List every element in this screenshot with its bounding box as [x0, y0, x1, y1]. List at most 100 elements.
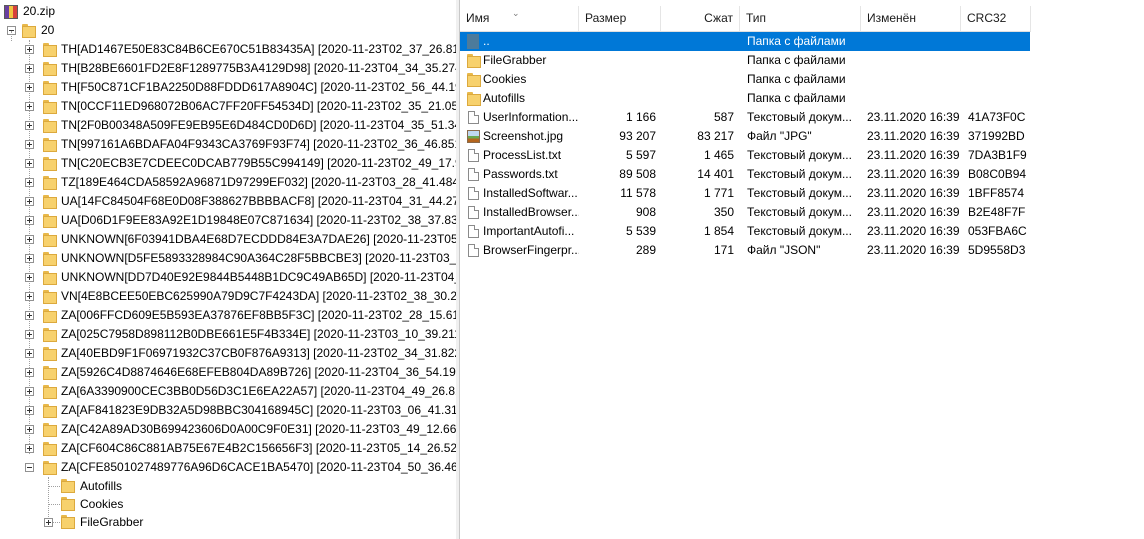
- cell-modified: 23.11.2020 16:39: [867, 186, 960, 200]
- tree-folder-item[interactable]: ZA[C42A89AD30B699423606D0A00C9F0E31] [20…: [0, 420, 456, 439]
- file-list-row[interactable]: ProcessList.txt 5 597 1 465 Текстовый докум…: [460, 146, 1030, 165]
- file-list-row[interactable]: Passwords.txt 89 508 14 401 Текстовый докум…: [460, 165, 1030, 184]
- tree-folder-label: UA[14FC84504F68E0D08F388627BBBBACF8] [20…: [61, 194, 456, 208]
- cell-size: 5 597: [625, 148, 656, 162]
- file-list-row[interactable]: BrowserFingerpr... 289 171 Файл "JSON" 23.11…: [460, 241, 1030, 260]
- folder-icon: [43, 423, 57, 437]
- tree-folder-item[interactable]: ZA[006FFCD609E5B593EA37876EF8BB5F3C] [20…: [0, 306, 456, 325]
- column-header-size[interactable]: Размер: [579, 6, 661, 31]
- expand-icon[interactable]: [25, 292, 34, 301]
- cell-crc: 7DA3B1F9: [968, 148, 1027, 162]
- file-list-row[interactable]: ImportantAutofi... 5 539 1 854 Текстовый до…: [460, 222, 1030, 241]
- expand-icon[interactable]: [25, 102, 34, 111]
- tree-folder-item[interactable]: TH[B28BE6601FD2E8F1289775B3A4129D98] [20…: [0, 59, 456, 78]
- expand-icon[interactable]: [25, 64, 34, 73]
- tree-folder-item[interactable]: TH[AD1467E50E83C84B6CE670C51B83435A] [20…: [0, 40, 456, 59]
- tree-root-folder[interactable]: 20: [0, 21, 450, 40]
- cell-name: BrowserFingerpr...: [483, 243, 579, 257]
- file-list-pane[interactable]: ⌄ Имя Размер Сжат Тип Изменён CRC32 .. Па…: [460, 0, 1144, 539]
- file-list-row[interactable]: Autofills Папка с файлами: [460, 89, 1030, 108]
- expand-icon[interactable]: [25, 235, 34, 244]
- expand-icon[interactable]: [25, 159, 34, 168]
- expand-icon[interactable]: [25, 368, 34, 377]
- text-file-icon: [468, 225, 479, 238]
- tree-folder-item[interactable]: TN[2F0B00348A509FE9EB95E6D484CD0D6D] [20…: [0, 116, 456, 135]
- tree-folder-item[interactable]: VN[4E8BCEE50EBC625990A79D9C7F4243DA] [20…: [0, 287, 456, 306]
- cell-name: Screenshot.jpg: [483, 129, 564, 143]
- tree-folder-item[interactable]: UNKNOWN[6F03941DBA4E68D7ECDDD84E3A7DAE26…: [0, 230, 456, 249]
- tree-folder-item[interactable]: UA[14FC84504F68E0D08F388627BBBBACF8] [20…: [0, 192, 456, 211]
- cell-size: 289: [635, 243, 656, 257]
- tree-folder-item[interactable]: TN[0CCF11ED968072B06AC7FF20FF54534D] [20…: [0, 97, 456, 116]
- cell-size: 908: [635, 205, 656, 219]
- tree-subfolder-item[interactable]: Cookies: [0, 495, 456, 513]
- tree-folder-item[interactable]: ZA[AF841823E9DB32A5D98BBC304168945C] [20…: [0, 401, 456, 420]
- tree-folder-item[interactable]: TH[F50C871CF1BA2250D88FDDD617A8904C] [20…: [0, 78, 456, 97]
- folder-icon: [43, 100, 57, 114]
- expand-icon[interactable]: [25, 387, 34, 396]
- expand-icon[interactable]: [25, 140, 34, 149]
- file-list-row[interactable]: .. Папка с файлами: [460, 32, 1030, 51]
- collapse-icon[interactable]: [25, 463, 34, 472]
- expand-icon[interactable]: [25, 444, 34, 453]
- expand-icon[interactable]: [25, 197, 34, 206]
- zip-archive-icon: [4, 5, 18, 19]
- tree-archive-root[interactable]: 20.zip: [4, 2, 454, 21]
- folder-tree-pane[interactable]: 20.zip 20 TH[AD1467E50E83C84B6CE670C51B8…: [0, 0, 457, 539]
- tree-folder-label: ZA[5926C4D8874646E68EFEB804DA89B726] [20…: [61, 365, 456, 379]
- expand-icon[interactable]: [25, 425, 34, 434]
- cell-name: ProcessList.txt: [483, 148, 562, 162]
- tree-folder-label: TN[2F0B00348A509FE9EB95E6D484CD0D6D] [20…: [61, 118, 456, 132]
- column-header-type[interactable]: Тип: [740, 6, 861, 31]
- file-list-row[interactable]: UserInformation... 1 166 587 Текстовый доку…: [460, 108, 1030, 127]
- tree-subfolder-item[interactable]: Autofills: [0, 477, 456, 495]
- expand-icon[interactable]: [25, 83, 34, 92]
- tree-folder-item[interactable]: UNKNOWN[D5FE5893328984C90A364C28F5BBCBE3…: [0, 249, 456, 268]
- tree-folder-item[interactable]: UA[D06D1F9EE83A92E1D19848E07C871634] [20…: [0, 211, 456, 230]
- file-list-row[interactable]: Screenshot.jpg 93 207 83 217 Файл "JPG" 23.1…: [460, 127, 1030, 146]
- tree-folder-item[interactable]: ZA[6A3390900CEC3BB0D56D3C1E6EA22A57] [20…: [0, 382, 456, 401]
- tree-folder-item[interactable]: ZA[5926C4D8874646E68EFEB804DA89B726] [20…: [0, 363, 456, 382]
- cell-name: FileGrabber: [483, 53, 547, 67]
- expand-icon[interactable]: [25, 311, 34, 320]
- file-list-row[interactable]: FileGrabber Папка с файлами: [460, 51, 1030, 70]
- cell-type: Текстовый докум...: [747, 224, 852, 238]
- expand-icon[interactable]: [25, 349, 34, 358]
- expand-icon[interactable]: [25, 178, 34, 187]
- cell-packed: 171: [713, 243, 734, 257]
- folder-icon: [43, 442, 57, 456]
- tree-folder-item[interactable]: ZA[025C7958D898112B0DBE661E5F4B334E] [20…: [0, 325, 456, 344]
- tree-folder-item[interactable]: UNKNOWN[DD7D40E92E9844B5448B1DC9C49AB65D…: [0, 268, 456, 287]
- file-list-row[interactable]: InstalledBrowser... 908 350 Текстовый докум…: [460, 203, 1030, 222]
- folder-icon: [43, 271, 57, 285]
- file-list-row[interactable]: InstalledSoftwar... 11 578 1 771 Текстовый …: [460, 184, 1030, 203]
- tree-folder-item[interactable]: TZ[189E464CDA58592A96871D97299EF032] [20…: [0, 173, 456, 192]
- tree-folder-item[interactable]: TN[997161A6BDAFA04F9343CA3769F93F74] [20…: [0, 135, 456, 154]
- text-file-icon: [468, 244, 479, 257]
- tree-folder-item[interactable]: ZA[CF604C86C881AB75E67E4B2C156656F3] [20…: [0, 439, 456, 458]
- cell-type: Текстовый докум...: [747, 205, 852, 219]
- tree-folder-item[interactable]: ZA[40EBD9F1F06971932C37CB0F876A9313] [20…: [0, 344, 456, 363]
- tree-folder-item[interactable]: ZA[CFE8501027489776A96D6CACE1BA5470] [20…: [0, 458, 456, 477]
- tree-folder-label: VN[4E8BCEE50EBC625990A79D9C7F4243DA] [20…: [61, 289, 456, 303]
- folder-icon: [467, 73, 481, 87]
- expand-icon[interactable]: [25, 273, 34, 282]
- cell-size: 93 207: [619, 129, 656, 143]
- expand-icon[interactable]: [44, 518, 53, 527]
- column-header-packed[interactable]: Сжат: [661, 6, 740, 31]
- tree-subfolder-item[interactable]: FileGrabber: [0, 513, 456, 531]
- expand-icon[interactable]: [25, 45, 34, 54]
- column-header-modified[interactable]: Изменён: [861, 6, 961, 31]
- text-file-icon: [468, 187, 479, 200]
- expand-icon[interactable]: [25, 406, 34, 415]
- folder-icon: [43, 195, 57, 209]
- file-list-row[interactable]: Cookies Папка с файлами: [460, 70, 1030, 89]
- folder-icon: [43, 214, 57, 228]
- expand-icon[interactable]: [25, 121, 34, 130]
- column-header-name[interactable]: ⌄ Имя: [460, 6, 579, 31]
- expand-icon[interactable]: [25, 254, 34, 263]
- expand-icon[interactable]: [25, 330, 34, 339]
- expand-icon[interactable]: [25, 216, 34, 225]
- column-header-crc[interactable]: CRC32: [961, 6, 1031, 31]
- tree-folder-item[interactable]: TN[C20ECB3E7CDEEC0DCAB779B55C994149] [20…: [0, 154, 456, 173]
